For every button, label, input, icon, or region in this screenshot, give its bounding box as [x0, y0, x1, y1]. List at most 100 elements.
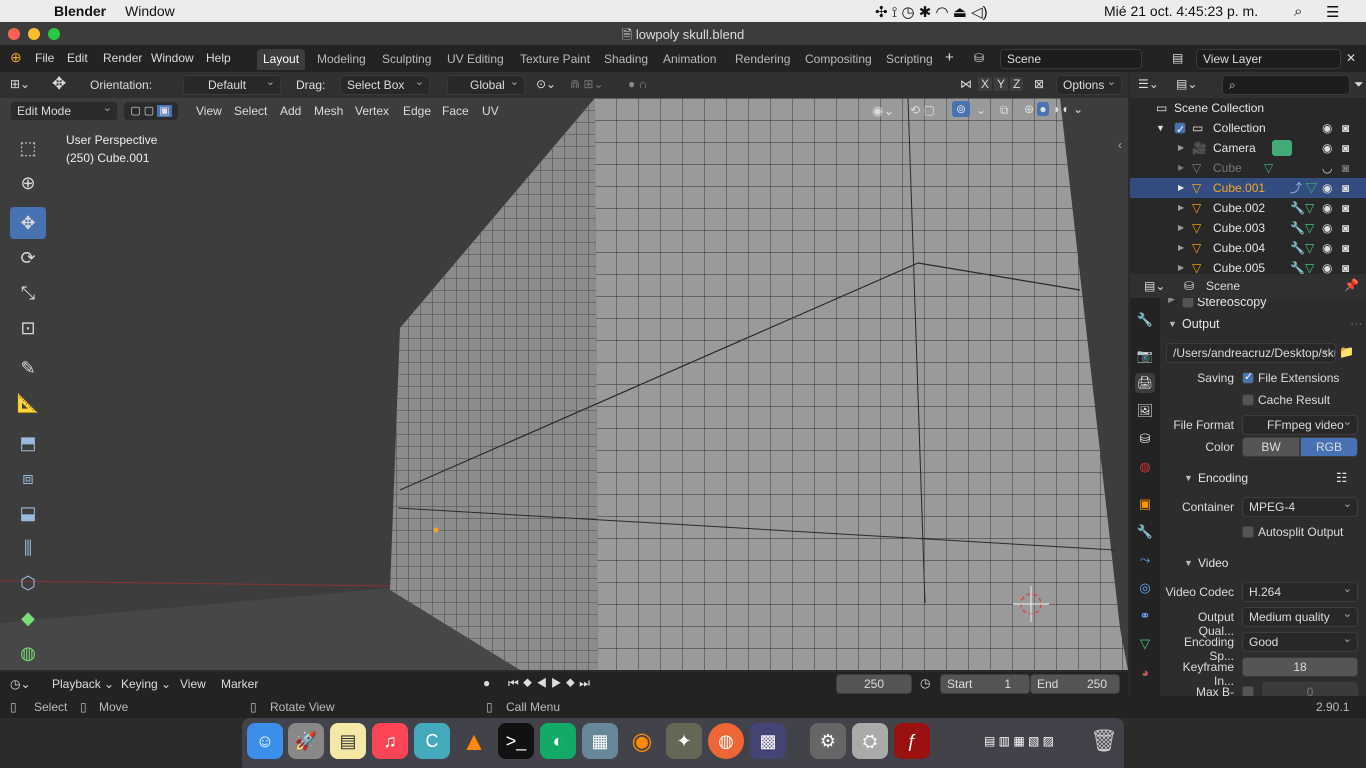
camera-render-icon[interactable]: ◙ [1342, 118, 1349, 138]
outliner-row-cube-004[interactable]: ▶ ▽ Cube.004 🔧▽ ◉ ◙ [1130, 238, 1366, 258]
axis-x[interactable]: X [978, 77, 993, 91]
menu-window[interactable]: Window [151, 51, 194, 65]
extrude-tool-icon[interactable]: ⬒ [10, 427, 46, 459]
eye-closed-icon[interactable]: ◡ [1322, 158, 1332, 178]
firefox-icon[interactable]: ◍ [708, 723, 744, 759]
view-layer-field[interactable]: View Layer [1196, 49, 1341, 69]
menu-keying[interactable]: Keying ⌄ [121, 677, 171, 691]
menu-view[interactable]: View [196, 104, 222, 118]
camera-render-icon[interactable]: ◙ [1342, 178, 1349, 198]
outliner-row-camera[interactable]: ▶ 🎥 Camera ◉ ◙ [1130, 138, 1366, 158]
expand-icon[interactable]: ▶ [1178, 138, 1184, 158]
playback-controls-icon[interactable]: ⏮◆◀▶◆⏭ [508, 676, 594, 691]
properties-editor-icon[interactable]: ▤⌄ [1144, 279, 1165, 293]
cache-result-checkbox[interactable] [1242, 394, 1254, 406]
menu-face[interactable]: Face [442, 104, 469, 118]
gimp-icon[interactable]: ✦ [666, 723, 702, 759]
auto-merge-icon[interactable]: ⊠ [1034, 77, 1044, 91]
file-format-dropdown[interactable]: FFmpeg video [1242, 413, 1358, 435]
orientation-dropdown[interactable]: Default [183, 73, 281, 95]
eye-icon[interactable]: ◉ [1322, 118, 1332, 138]
mode-dropdown[interactable]: Edit Mode [10, 99, 118, 121]
world-tab-icon[interactable]: ◍ [1135, 457, 1155, 477]
rotate-tool-icon[interactable]: ⟳ [10, 242, 46, 274]
visibility-icon[interactable]: ◉⌄ [872, 103, 894, 119]
menu-file[interactable]: File [35, 51, 54, 65]
stopwatch-icon[interactable]: ◷ [920, 676, 930, 690]
transform-tool-icon[interactable]: ✥ [52, 74, 66, 94]
selected-vertex[interactable] [433, 527, 439, 533]
launchpad-icon[interactable]: 🚀 [288, 723, 324, 759]
output-tab-icon[interactable]: 🖨 [1135, 373, 1155, 393]
tab-layout[interactable]: Layout [257, 49, 306, 70]
utility-icon[interactable]: ⛭ [852, 723, 888, 759]
gizmo-icon[interactable]: ⟲ ▢ [910, 103, 935, 117]
color-rgb-button[interactable]: RGB [1300, 437, 1358, 457]
drag-handle-icon[interactable]: ⋯ [1350, 316, 1363, 331]
video-codec-dropdown[interactable]: H.264 [1242, 580, 1358, 602]
edge-icon[interactable]: ◐ [540, 723, 576, 759]
transform-tool-icon[interactable]: ⊡ [10, 312, 46, 344]
menu-timeline-view[interactable]: View [180, 677, 206, 691]
menu-add[interactable]: Add [280, 104, 301, 118]
menu-edit[interactable]: Edit [67, 51, 88, 65]
container-dropdown[interactable]: MPEG-4 [1242, 495, 1358, 517]
folder-icon[interactable]: 📁 [1339, 345, 1354, 359]
outliner-row-cube-005[interactable]: ▶ ▽ Cube.005 🔧▽ ◉ ◙ [1130, 258, 1366, 274]
viewport-canvas[interactable] [0, 98, 1128, 670]
menu-marker[interactable]: Marker [221, 677, 258, 691]
tab-uv-editing[interactable]: UV Editing [441, 49, 510, 70]
xray-icon[interactable]: ⧉ [1000, 103, 1009, 118]
max-bframes-field[interactable]: 0 [1262, 682, 1358, 696]
color-bw-button[interactable]: BW [1242, 437, 1300, 457]
finder-icon[interactable]: ☺ [247, 723, 283, 759]
clock[interactable]: Mié 21 oct. 4:45:23 p. m. [1104, 3, 1258, 19]
outliner-row-cube[interactable]: ▶ ▽ Cube ▽ ◡ ◙ [1130, 158, 1366, 178]
preview-icon[interactable]: ▦ [582, 723, 618, 759]
menu-select[interactable]: Select [234, 104, 267, 118]
modifier-tab-icon[interactable]: 🔧 [1135, 522, 1155, 542]
menu-uv[interactable]: UV [482, 104, 499, 118]
music-icon[interactable]: ♫ [372, 723, 408, 759]
pixel-app-icon[interactable]: ▩ [750, 723, 786, 759]
stereoscopy-checkbox[interactable] [1182, 298, 1194, 308]
view-layer-tab-icon[interactable]: 🖼 [1135, 401, 1155, 421]
eye-icon[interactable]: ◉ [1322, 198, 1332, 218]
eye-icon[interactable]: ◉ [1322, 218, 1332, 238]
camera-render-icon[interactable]: ◙ [1342, 238, 1349, 258]
notes-icon[interactable]: ▤ [330, 723, 366, 759]
outliner-row-cube-002[interactable]: ▶ ▽ Cube.002 🔧▽ ◉ ◙ [1130, 198, 1366, 218]
expand-icon[interactable]: ▶ [1178, 238, 1184, 258]
pin-icon[interactable]: 📌 [1344, 278, 1359, 292]
preset-list-icon[interactable]: ☷ [1336, 470, 1347, 485]
menu-help[interactable]: Help [206, 51, 231, 65]
add-workspace-icon[interactable]: + [945, 49, 954, 66]
annotate-tool-icon[interactable]: ✎ [10, 352, 46, 384]
outliner-row-cube-001[interactable]: ▶ ▽ Cube.001 ⤴ ▽ ◉ ◙ [1130, 178, 1366, 198]
menu-vertex[interactable]: Vertex [355, 104, 389, 118]
output-path-input[interactable]: /Users/andreacruz/Desktop/sku... [1166, 343, 1336, 363]
collapse-icon[interactable]: ▶ [1168, 298, 1175, 305]
proportional-icon[interactable]: ● ∩ [628, 77, 647, 91]
outliner-search-input[interactable]: ⌕ [1222, 75, 1350, 95]
eye-icon[interactable]: ◉ [1322, 138, 1332, 158]
output-quality-dropdown[interactable]: Medium quality [1242, 605, 1358, 627]
keyframe-interval-field[interactable]: 18 [1242, 657, 1358, 677]
menu-render[interactable]: Render [103, 51, 142, 65]
axis-z[interactable]: Z [1010, 77, 1024, 91]
bevel-tool-icon[interactable]: ⬓ [10, 497, 46, 529]
camera-render-icon[interactable]: ◙ [1342, 198, 1349, 218]
start-frame-field[interactable]: Start 1 [940, 674, 1030, 694]
outliner-row-scene-collection[interactable]: ▭ Scene Collection [1130, 98, 1366, 118]
eye-icon[interactable]: ◉ [1322, 258, 1332, 274]
tool-tab-icon[interactable]: 🔧 [1135, 310, 1155, 330]
axis-y[interactable]: Y [994, 77, 1009, 91]
scene-field[interactable]: Scene [1000, 49, 1142, 69]
eye-icon[interactable]: ◉ [1322, 178, 1332, 198]
menu-playback[interactable]: Playback ⌄ [52, 677, 114, 691]
status-icons[interactable]: ✣ ⟟ ◷ ✱ ◠ ⏏ ◁) [875, 3, 988, 21]
particles-tab-icon[interactable]: ⤳ [1135, 550, 1155, 570]
shading-icons[interactable]: ⊕ ● ◑ ◐ ⌄ [1024, 102, 1083, 116]
tab-rendering[interactable]: Rendering [729, 49, 796, 70]
editor-type-icon[interactable]: ⊞⌄ [10, 77, 30, 91]
